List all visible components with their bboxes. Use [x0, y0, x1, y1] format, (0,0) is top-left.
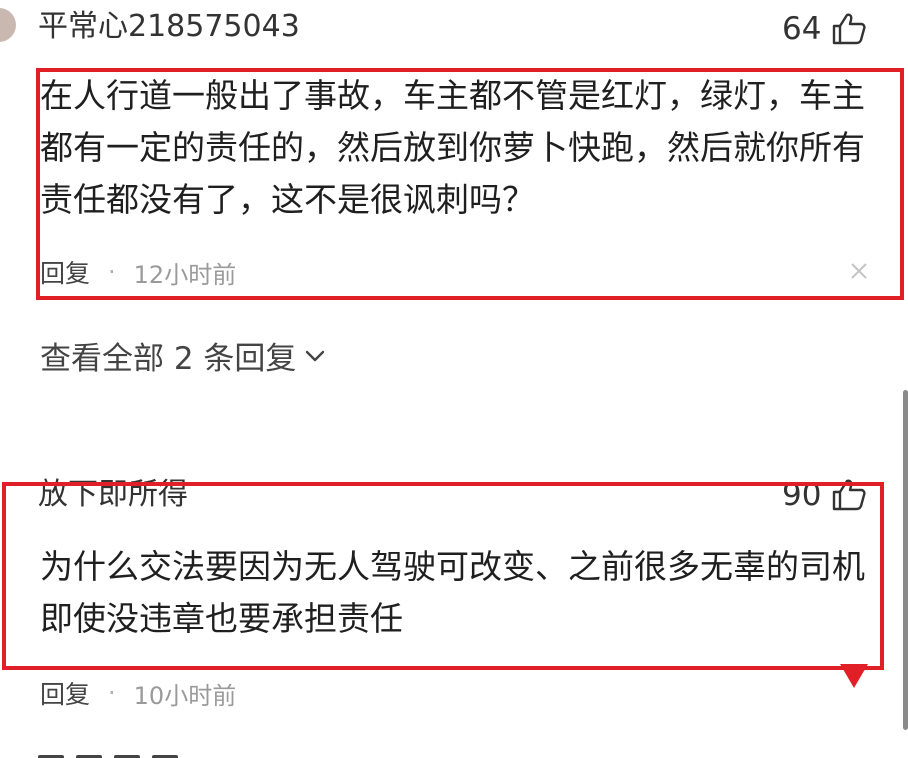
comment-line: 都有一定的责任的，然后放到你萝卜快跑，然后就你所有	[40, 128, 865, 167]
highlight-marker	[840, 664, 868, 688]
like-button[interactable]: 64	[782, 12, 867, 46]
chevron-down-icon	[306, 350, 325, 361]
view-replies-label: 查看全部 2 条回复	[40, 341, 297, 377]
comment-meta: 回复 · 12小时前	[40, 254, 236, 290]
like-count: 90	[782, 476, 822, 513]
meta-separator: ·	[108, 258, 116, 286]
view-all-replies-button[interactable]: 查看全部 2 条回复	[40, 333, 326, 378]
scrollbar-thumb[interactable]	[903, 390, 908, 730]
thumbs-up-icon[interactable]	[831, 478, 867, 512]
comment-line: 责任都没有了，这不是很讽刺吗？	[40, 180, 535, 219]
comment-line: 在人行道一般出了事故，车主都不管是红灯，绿灯，车主	[40, 76, 865, 115]
comment-line: 即使没违章也要承担责任	[40, 599, 403, 638]
comment-timestamp: 12小时前	[133, 260, 237, 289]
comment-username[interactable]: 放下即所得	[38, 480, 188, 510]
next-comment-preview	[38, 748, 248, 758]
reply-button[interactable]: 回复	[40, 254, 90, 290]
close-icon[interactable]	[850, 262, 868, 280]
like-count: 64	[782, 10, 822, 47]
avatar[interactable]	[0, 8, 16, 42]
comment-text: 在人行道一般出了事故，车主都不管是红灯，绿灯，车主 都有一定的责任的，然后放到你…	[40, 70, 865, 226]
like-button[interactable]: 90	[782, 478, 867, 512]
comment-text: 为什么交法要因为无人驾驶可改变、之前很多无辜的司机 即使没违章也要承担责任	[40, 541, 865, 645]
meta-separator: ·	[108, 679, 116, 707]
thumbs-up-icon[interactable]	[831, 12, 867, 46]
comment-timestamp: 10小时前	[133, 681, 237, 710]
comment-meta: 回复 · 10小时前	[40, 675, 236, 711]
comment-line: 为什么交法要因为无人驾驶可改变、之前很多无辜的司机	[40, 547, 865, 586]
comment-username[interactable]: 平常心218575043	[38, 12, 300, 42]
reply-button[interactable]: 回复	[40, 675, 90, 711]
